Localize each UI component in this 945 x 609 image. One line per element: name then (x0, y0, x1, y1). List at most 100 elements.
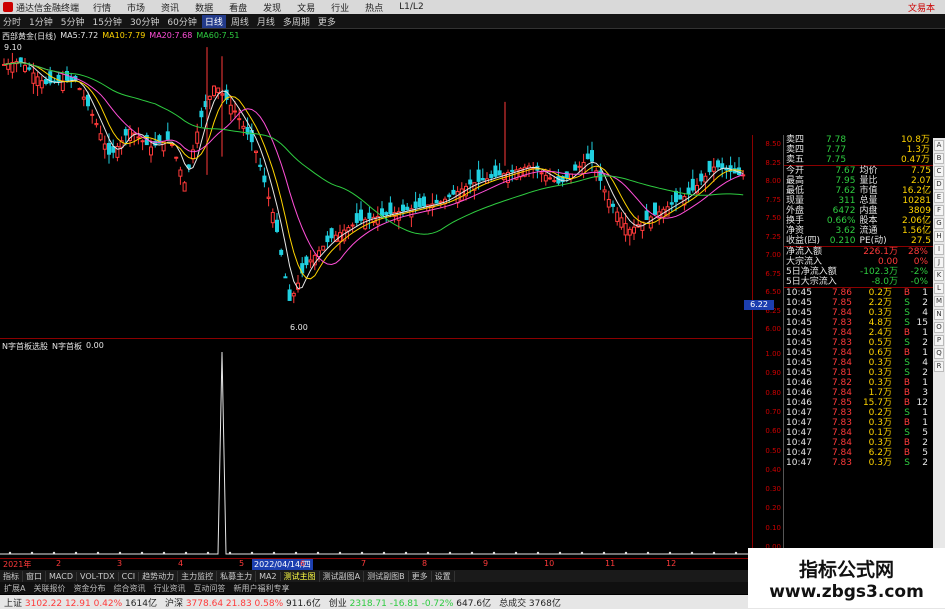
menu-item[interactable]: 行情 (85, 1, 119, 14)
side-tool-icon[interactable]: G (934, 218, 944, 229)
indicator-svg (0, 351, 752, 555)
indicator-tab[interactable]: VOL-TDX (77, 571, 119, 581)
candle-body (623, 223, 628, 236)
side-tool-icon[interactable]: C (934, 166, 944, 177)
kline-title: 西部黄金(日线) MA5:7.72 MA10:7.79 MA20:7.68 MA60:… (2, 31, 239, 42)
tick-time: 10:46 (786, 388, 812, 398)
period-button[interactable]: 30分钟 (127, 15, 162, 28)
extension-tab[interactable]: 互动问答 (189, 583, 229, 594)
menu-item[interactable]: 市场 (119, 1, 153, 14)
indicator-tab[interactable]: 窗口 (23, 570, 46, 582)
tick-count: 2 (922, 368, 928, 378)
period-button[interactable]: 15分钟 (89, 15, 124, 28)
candle-body (107, 143, 111, 155)
menu-item[interactable]: 热点 (357, 1, 391, 14)
tick-time: 10:46 (786, 398, 812, 408)
axis-tick-label: 8.25 (765, 158, 781, 167)
date-axis-month: 10 (544, 559, 555, 568)
candle-body (413, 201, 418, 209)
side-tool-icon[interactable]: N (934, 309, 944, 320)
index-quote: 上证 3102.22 12.91 0.42% 1614亿 (0, 596, 161, 609)
extension-tab[interactable]: 新用户福利专享 (229, 583, 293, 594)
index-value: 3778.64 (185, 598, 226, 609)
tick-volume: 0.3万 (868, 308, 892, 318)
side-tool-icon[interactable]: F (934, 205, 944, 216)
menu-item[interactable]: 行业 (323, 1, 357, 14)
period-button[interactable]: 月线 (254, 15, 278, 28)
candle-body (291, 292, 296, 297)
baseline-dot (96, 551, 100, 555)
tick-price: 7.81 (831, 368, 852, 378)
menu-item[interactable]: L1/L2 (391, 2, 432, 12)
candle-body (422, 196, 426, 207)
tick-volume: 0.5万 (868, 338, 892, 348)
extension-tab[interactable]: 行业资讯 (149, 583, 189, 594)
stat-label: 总量 (859, 196, 878, 206)
menu-item[interactable]: 资讯 (153, 1, 187, 14)
ask-label: 卖四 (786, 135, 805, 145)
indicator-tab[interactable]: 测试副图A (320, 570, 365, 582)
candle-body (615, 211, 620, 222)
candle-body (493, 165, 498, 177)
indicator-axis: 1.00 0.90 0.80 0.70 0.60 0.50 0.40 0.30 0.20 0.10… (752, 340, 783, 558)
period-button[interactable]: 60分钟 (164, 15, 199, 28)
indicator-tab[interactable]: 趋势动力 (139, 570, 179, 582)
stat-value: 27.5 (910, 236, 932, 246)
side-tool-icon[interactable]: D (934, 179, 944, 190)
side-tool-icon[interactable]: B (934, 153, 944, 164)
period-button[interactable]: 多周期 (280, 15, 313, 28)
indicator-tab[interactable]: MACD (46, 571, 77, 581)
indicator-tab[interactable]: MA2 (256, 571, 281, 581)
axis-tick-label: 8.50 (765, 140, 781, 148)
candle-body (703, 175, 708, 183)
extension-tab[interactable]: 关联报价 (29, 583, 69, 594)
tick-volume: 1.7万 (868, 388, 892, 398)
side-tool-icon[interactable]: A (934, 140, 944, 151)
candle-body (182, 182, 187, 192)
tick-side: S (904, 368, 910, 378)
menu-item[interactable]: 文易 (289, 1, 323, 14)
indicator-tab[interactable]: 设置 (432, 570, 455, 582)
indicator-chart[interactable]: N字首板选股 N字首板 0.00 (0, 340, 752, 558)
tick-row: 10:45 7.86 0.2万 B 1 (784, 288, 933, 298)
side-tool-icon[interactable]: K (934, 270, 944, 281)
menu-item[interactable]: 数据 (187, 1, 221, 14)
indicator-tab[interactable]: 私募主力 (217, 570, 257, 582)
indicator-tab[interactable]: 指标 (0, 570, 23, 582)
side-tool-icon[interactable]: P (934, 335, 944, 346)
tick-row: 10:46 7.85 15.7万 B 12 (784, 398, 933, 408)
period-button[interactable]: 分时 (0, 15, 24, 28)
period-button[interactable]: 5分钟 (58, 15, 88, 28)
baseline-dot (712, 551, 716, 555)
side-tool-icon[interactable]: L (934, 283, 944, 294)
period-button[interactable]: 1分钟 (26, 15, 56, 28)
side-tool-icon[interactable]: Q (934, 348, 944, 359)
side-tool-icon[interactable]: E (934, 192, 944, 203)
kline-chart[interactable]: 西部黄金(日线) MA5:7.72 MA10:7.79 MA20:7.68 MA60:… (0, 30, 752, 338)
side-tool-icon[interactable]: H (934, 231, 944, 242)
menu-right-label[interactable]: 文易本 (908, 1, 945, 14)
candle-body (552, 179, 557, 182)
indicator-tab[interactable]: CCI (119, 571, 140, 581)
indicator-tab[interactable]: 主力监控 (178, 570, 218, 582)
axis-tick-label: 0.70 (765, 407, 781, 416)
indicator-tab[interactable]: 更多 (409, 570, 432, 582)
side-tool-icon[interactable]: J (934, 257, 944, 268)
side-tool-icon[interactable]: R (934, 361, 944, 372)
extension-tab[interactable]: 资金分布 (69, 583, 109, 594)
date-axis: 2021年 2022/04/14/四 2 3 4 5 6 7 8 9 10 11 12 (0, 558, 752, 570)
indicator-tab[interactable]: 测试副图B (364, 570, 409, 582)
period-button[interactable]: 周线 (228, 15, 252, 28)
menu-item[interactable]: 看盘 (221, 1, 255, 14)
menu-item[interactable]: 发现 (255, 1, 289, 14)
side-tool-icon[interactable]: I (934, 244, 944, 255)
extension-tab[interactable]: 扩展A (0, 583, 29, 594)
stat-value: 6472 (832, 206, 856, 216)
extension-tab[interactable]: 综合资讯 (109, 583, 149, 594)
axis-tick-label: 6.75 (765, 269, 781, 278)
period-button[interactable]: 更多 (315, 15, 339, 28)
side-tool-icon[interactable]: O (934, 322, 944, 333)
side-tool-icon[interactable]: M (934, 296, 944, 307)
indicator-tab[interactable]: 测试主图 (281, 570, 320, 582)
period-button[interactable]: 日线 (201, 14, 226, 28)
